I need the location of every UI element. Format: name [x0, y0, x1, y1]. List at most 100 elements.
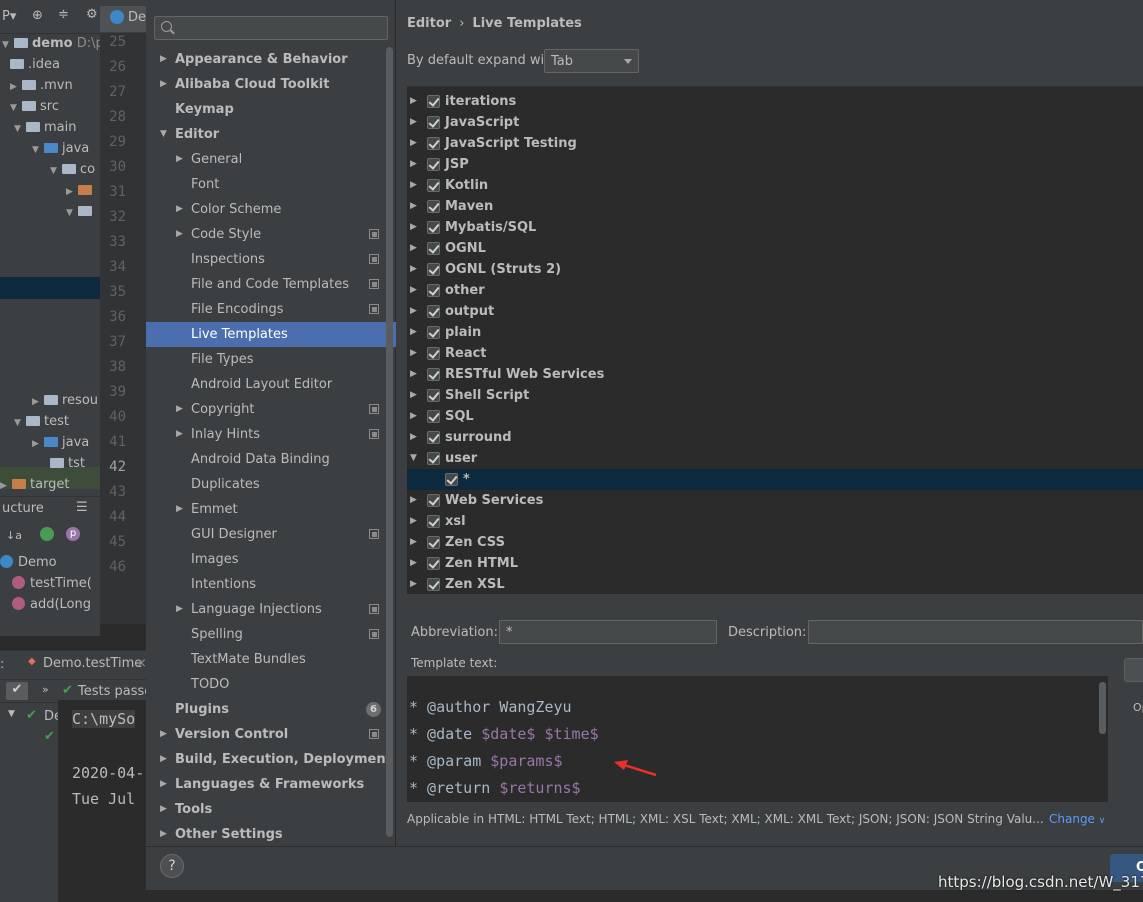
template-scrollbar[interactable] [1099, 682, 1106, 734]
structure-item[interactable]: add(Long [12, 597, 91, 618]
template-group[interactable]: ▶ Maven [407, 196, 1143, 217]
sidebar-item-inspections[interactable]: Inspections [146, 247, 396, 272]
chevron-right-icon[interactable]: ▶ [160, 797, 167, 822]
breadcrumb-parent[interactable]: Editor [407, 16, 451, 31]
project-tree-item[interactable]: ▶ resou [32, 393, 98, 414]
project-tree-item[interactable]: ▶ .mvn [10, 78, 73, 99]
template-group[interactable]: ▶ Zen XSL [407, 574, 1143, 594]
chevron-right-icon[interactable]: ▶ [410, 196, 417, 217]
template-group[interactable]: ▶ JavaScript Testing [407, 133, 1143, 154]
template-group[interactable]: ▶ Zen CSS [407, 532, 1143, 553]
chevron-down-icon[interactable]: ▼ [160, 122, 167, 147]
sidebar-item-todo[interactable]: TODO [146, 672, 396, 697]
template-group[interactable]: ▶ iterations [407, 91, 1143, 112]
sidebar-item-intentions[interactable]: Intentions [146, 572, 396, 597]
template-group[interactable]: ▶ Web Services [407, 490, 1143, 511]
description-field[interactable] [808, 620, 1143, 644]
template-group[interactable]: ▼ user [407, 448, 1143, 469]
hide-icon[interactable]: ☰ [76, 500, 88, 515]
project-tree-item[interactable]: ▼ java [32, 141, 89, 162]
chevron-right-icon[interactable]: ▶ [160, 822, 167, 847]
project-tree-item[interactable]: tst [50, 456, 85, 477]
enabled-checkbox[interactable] [427, 389, 440, 402]
sidebar-item-languages-frameworks[interactable]: ▶ Languages & Frameworks [146, 772, 396, 797]
enabled-checkbox[interactable] [427, 347, 440, 360]
chevron-down-icon[interactable]: ▼ [32, 145, 44, 155]
enabled-checkbox[interactable] [427, 242, 440, 255]
chevron-right-icon[interactable]: ▶ [176, 497, 183, 522]
chevron-down-icon[interactable]: ▼ [8, 709, 15, 719]
collapse-icon[interactable]: ≑ [58, 7, 69, 22]
gear-icon[interactable]: ⚙ [86, 7, 98, 22]
visibility-icon[interactable] [40, 527, 54, 541]
chevron-right-icon[interactable]: ▶ [410, 322, 417, 343]
chevron-down-icon[interactable]: ▼ [66, 208, 78, 218]
sidebar-item-spelling[interactable]: Spelling [146, 622, 396, 647]
enabled-checkbox[interactable] [427, 578, 440, 591]
enabled-checkbox[interactable] [427, 536, 440, 549]
template-group[interactable]: ▶ Zen HTML [407, 553, 1143, 574]
enabled-checkbox[interactable] [427, 284, 440, 297]
enabled-checkbox[interactable] [427, 368, 440, 381]
enabled-checkbox[interactable] [427, 221, 440, 234]
template-group[interactable]: ▶ surround [407, 427, 1143, 448]
chevron-right-icon[interactable]: ▶ [410, 385, 417, 406]
chevron-right-icon[interactable]: ▶ [410, 532, 417, 553]
template-group[interactable]: ▶ OGNL [407, 238, 1143, 259]
project-tree-item[interactable]: ▼ co [50, 162, 95, 183]
expand-icon[interactable]: » [42, 683, 49, 696]
chevron-right-icon[interactable]: ▶ [410, 343, 417, 364]
change-contexts-link[interactable]: Change ∨ [1049, 812, 1105, 826]
chevron-right-icon[interactable]: ▶ [160, 47, 167, 72]
chevron-down-icon[interactable]: ▼ [2, 40, 14, 50]
chevron-right-icon[interactable]: ▶ [410, 91, 417, 112]
chevron-right-icon[interactable]: ▶ [176, 422, 183, 447]
chevron-right-icon[interactable]: ▶ [0, 481, 12, 491]
chevron-down-icon[interactable]: ▼ [50, 166, 62, 176]
sidebar-scrollbar[interactable] [386, 47, 393, 837]
chevron-right-icon[interactable]: ▶ [410, 511, 417, 532]
sidebar-item-images[interactable]: Images [146, 547, 396, 572]
sidebar-item-editor[interactable]: ▼ Editor [146, 122, 396, 147]
editor-tab[interactable]: De [100, 6, 146, 32]
chevron-right-icon[interactable]: ▶ [410, 427, 417, 448]
sidebar-item-tools[interactable]: ▶ Tools [146, 797, 396, 822]
chevron-right-icon[interactable]: ▶ [410, 574, 417, 594]
enabled-checkbox[interactable] [427, 200, 440, 213]
enabled-checkbox[interactable] [427, 431, 440, 444]
chevron-right-icon[interactable]: ▶ [160, 722, 167, 747]
sidebar-item-build-execution-deployment[interactable]: ▶ Build, Execution, Deployment [146, 747, 396, 772]
project-tree-item[interactable]: ▶ target [0, 477, 70, 498]
template-group[interactable]: ▶ React [407, 343, 1143, 364]
template-text-editor[interactable]: * * @author WangZeyu * @date $date$ $time$… [407, 676, 1108, 802]
enabled-checkbox[interactable] [427, 305, 440, 318]
template-group[interactable]: ▶ plain [407, 322, 1143, 343]
chevron-right-icon[interactable]: ▶ [410, 238, 417, 259]
sidebar-item-font[interactable]: Font [146, 172, 396, 197]
template-group[interactable]: ▶ OGNL (Struts 2) [407, 259, 1143, 280]
chevron-right-icon[interactable]: ▶ [32, 397, 44, 407]
chevron-right-icon[interactable]: ▶ [10, 82, 22, 92]
enabled-checkbox[interactable] [427, 158, 440, 171]
sidebar-item-live-templates[interactable]: Live Templates [146, 322, 396, 347]
sidebar-item-textmate-bundles[interactable]: TextMate Bundles [146, 647, 396, 672]
template-item[interactable]: * [407, 469, 1143, 490]
expand-key-select[interactable]: Tab [544, 49, 639, 73]
chevron-right-icon[interactable]: ▶ [410, 112, 417, 133]
chevron-right-icon[interactable]: ▶ [176, 397, 183, 422]
chevron-right-icon[interactable]: ▶ [410, 280, 417, 301]
run-tab[interactable]: Demo.testTime [43, 656, 142, 671]
template-group[interactable]: ▶ Kotlin [407, 175, 1143, 196]
chevron-right-icon[interactable]: ▶ [410, 364, 417, 385]
chevron-right-icon[interactable]: ▶ [160, 72, 167, 97]
search-input[interactable] [154, 16, 388, 40]
check-toggle-icon[interactable]: ✔ [6, 682, 28, 700]
chevron-right-icon[interactable]: ▶ [176, 147, 183, 172]
structure-item[interactable]: Demo [0, 555, 57, 576]
sidebar-item-plugins[interactable]: Plugins 6 [146, 697, 396, 722]
enabled-checkbox[interactable] [427, 179, 440, 192]
enabled-checkbox[interactable] [427, 410, 440, 423]
chevron-down-icon[interactable]: ▼ [14, 418, 26, 428]
enabled-checkbox[interactable] [445, 473, 458, 486]
chevron-right-icon[interactable]: ▶ [160, 747, 167, 772]
